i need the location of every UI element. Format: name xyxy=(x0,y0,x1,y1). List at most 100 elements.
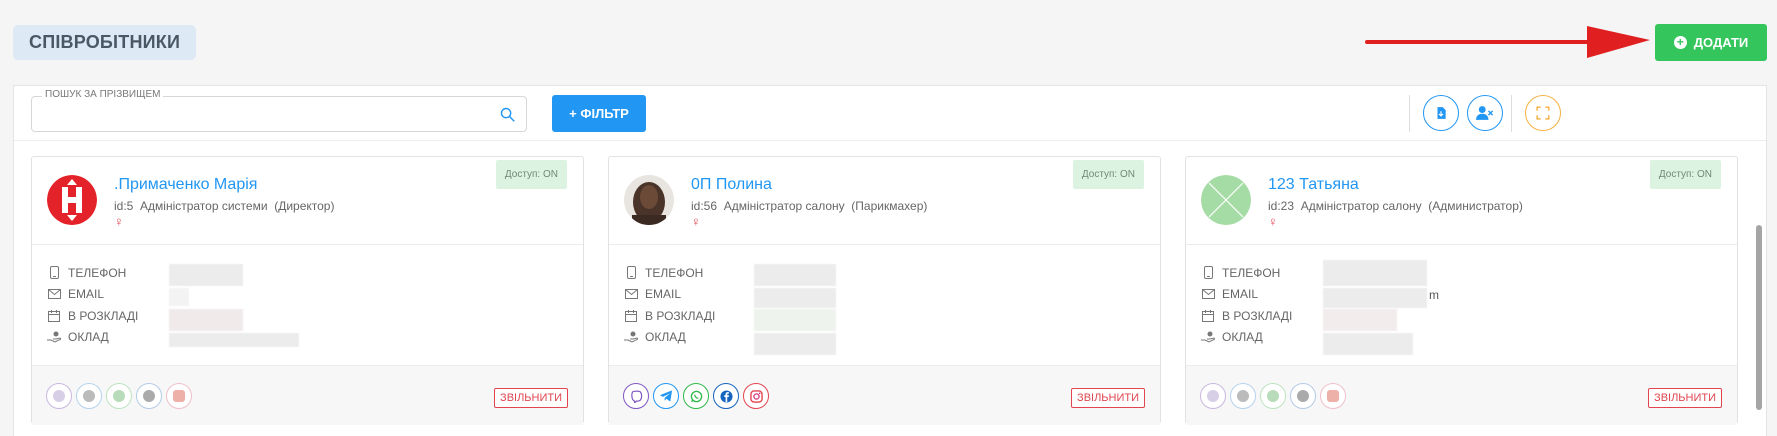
viber-icon[interactable] xyxy=(623,383,649,409)
card-header: 123 Татьяна id:23 Адміністратор салону (… xyxy=(1186,157,1737,245)
employee-name[interactable]: 0П Полина xyxy=(691,176,772,194)
email-label: EMAIL xyxy=(1222,287,1259,302)
schedule-label: В РОЗКЛАДІ xyxy=(645,308,716,323)
calendar-icon xyxy=(1201,309,1215,323)
email-label: EMAIL xyxy=(645,287,682,302)
download-icon xyxy=(1437,107,1446,119)
schedule-value-blurred xyxy=(1323,309,1397,331)
employees-panel: ПОШУК ЗА ПРІЗВИЩЕМ + ФІЛЬТР .Примаченко … xyxy=(13,85,1767,436)
email-icon xyxy=(624,287,638,301)
phone-label: ТЕЛЕФОН xyxy=(1222,265,1281,280)
telegram-icon[interactable] xyxy=(1230,383,1256,409)
toolbar-divider xyxy=(1511,95,1512,132)
phone-icon xyxy=(47,266,61,280)
contact-info: ТЕЛЕФОН EMAIL В РОЗКЛАДІ ОКЛАД xyxy=(47,262,138,348)
salary-hand-icon xyxy=(47,330,61,344)
fire-employee-button[interactable]: ЗВІЛЬНИТИ xyxy=(494,388,568,408)
red-arrow-annotation xyxy=(1365,26,1650,58)
telegram-icon[interactable] xyxy=(653,383,679,409)
salary-value-blurred xyxy=(754,333,836,355)
salary-label: ОКЛАД xyxy=(645,330,686,345)
salary-value-blurred xyxy=(1323,333,1413,355)
fullscreen-icon xyxy=(1536,106,1550,120)
phone-label: ТЕЛЕФОН xyxy=(68,265,127,280)
fullscreen-button[interactable] xyxy=(1525,95,1561,131)
card-header: .Примаченко Марія id:5 Адміністратор сис… xyxy=(32,157,583,245)
instagram-icon[interactable] xyxy=(743,383,769,409)
employee-meta: id:5 Адміністратор системи (Директор) xyxy=(114,199,335,213)
calendar-icon xyxy=(47,309,61,323)
facebook-icon[interactable] xyxy=(136,383,162,409)
employee-card: .Примаченко Марія id:5 Адміністратор сис… xyxy=(31,156,584,425)
export-button[interactable] xyxy=(1423,95,1459,131)
whatsapp-icon[interactable] xyxy=(683,383,709,409)
email-icon xyxy=(1201,287,1215,301)
phone-icon xyxy=(1201,266,1215,280)
avatar xyxy=(1201,175,1251,225)
page-title: СПІВРОБІТНИКИ xyxy=(13,25,197,60)
card-header: 0П Полина id:56 Адміністратор салону (Па… xyxy=(609,157,1160,245)
fired-employees-button[interactable] xyxy=(1467,95,1503,131)
contact-info: ТЕЛЕФОН EMAIL В РОЗКЛАДІ ОКЛАД xyxy=(624,262,715,348)
email-label: EMAIL xyxy=(68,287,105,302)
instagram-icon[interactable] xyxy=(1320,383,1346,409)
fire-employee-button[interactable]: ЗВІЛЬНИТИ xyxy=(1648,388,1722,408)
toolbar: ПОШУК ЗА ПРІЗВИЩЕМ + ФІЛЬТР xyxy=(14,86,1766,141)
contact-info: ТЕЛЕФОН EMAIL В РОЗКЛАДІ ОКЛАД xyxy=(1201,262,1292,348)
email-value-blurred xyxy=(1323,288,1427,308)
search-field[interactable]: ПОШУК ЗА ПРІЗВИЩЕМ xyxy=(31,89,527,132)
employee-card: 123 Татьяна id:23 Адміністратор салону (… xyxy=(1185,156,1738,425)
email-value-blurred xyxy=(169,288,189,306)
fire-employee-button[interactable]: ЗВІЛЬНИТИ xyxy=(1071,388,1145,408)
viber-icon[interactable] xyxy=(46,383,72,409)
phone-icon xyxy=(624,266,638,280)
instagram-icon[interactable] xyxy=(166,383,192,409)
phone-label: ТЕЛЕФОН xyxy=(645,265,704,280)
telegram-icon[interactable] xyxy=(76,383,102,409)
female-gender-icon: ♀ xyxy=(691,214,701,229)
employee-meta: id:23 Адміністратор салону (Администрато… xyxy=(1268,199,1523,213)
salary-hand-icon xyxy=(1201,330,1215,344)
scrollbar-thumb[interactable] xyxy=(1756,225,1762,410)
phone-value-blurred xyxy=(754,264,836,286)
whatsapp-icon[interactable] xyxy=(1260,383,1286,409)
schedule-label: В РОЗКЛАДІ xyxy=(68,308,139,323)
employee-name[interactable]: 123 Татьяна xyxy=(1268,176,1359,194)
salary-label: ОКЛАД xyxy=(68,330,109,345)
toolbar-divider xyxy=(1409,95,1410,132)
access-badge: Доступ: ON xyxy=(1649,160,1721,189)
user-remove-icon xyxy=(1476,106,1494,120)
facebook-icon[interactable] xyxy=(1290,383,1316,409)
scrollbar[interactable] xyxy=(1755,141,1763,436)
salary-hand-icon xyxy=(624,330,638,344)
add-button-label: ДОДАТИ xyxy=(1693,35,1749,50)
viber-icon[interactable] xyxy=(1200,383,1226,409)
filter-button[interactable]: + ФІЛЬТР xyxy=(552,95,646,132)
search-label: ПОШУК ЗА ПРІЗВИЩЕМ xyxy=(42,89,164,100)
whatsapp-icon[interactable] xyxy=(106,383,132,409)
access-badge: Доступ: ON xyxy=(495,160,567,189)
card-footer: ЗВІЛЬНИТИ xyxy=(1186,365,1737,425)
access-badge: Доступ: ON xyxy=(1072,160,1144,189)
female-gender-icon: ♀ xyxy=(114,214,124,229)
salary-label: ОКЛАД xyxy=(1222,330,1263,345)
facebook-icon[interactable] xyxy=(713,383,739,409)
add-employee-button[interactable]: + ДОДАТИ xyxy=(1655,24,1767,61)
employee-name[interactable]: .Примаченко Марія xyxy=(114,176,257,194)
phone-value-blurred xyxy=(169,264,243,286)
employee-meta: id:56 Адміністратор салону (Парикмахер) xyxy=(691,199,928,213)
email-icon xyxy=(47,287,61,301)
plus-circle-icon: + xyxy=(1673,36,1687,49)
email-value-blurred xyxy=(754,288,836,308)
search-input[interactable] xyxy=(42,105,482,125)
salary-value-blurred xyxy=(169,333,299,347)
avatar xyxy=(47,175,97,225)
email-value-tail: m xyxy=(1429,288,1439,302)
employee-card: 0П Полина id:56 Адміністратор салону (Па… xyxy=(608,156,1161,425)
female-gender-icon: ♀ xyxy=(1268,214,1278,229)
schedule-value-blurred xyxy=(169,309,243,331)
schedule-label: В РОЗКЛАДІ xyxy=(1222,308,1293,323)
search-icon[interactable] xyxy=(499,106,516,123)
card-footer: ЗВІЛЬНИТИ xyxy=(32,365,583,425)
schedule-value-blurred xyxy=(754,309,836,331)
